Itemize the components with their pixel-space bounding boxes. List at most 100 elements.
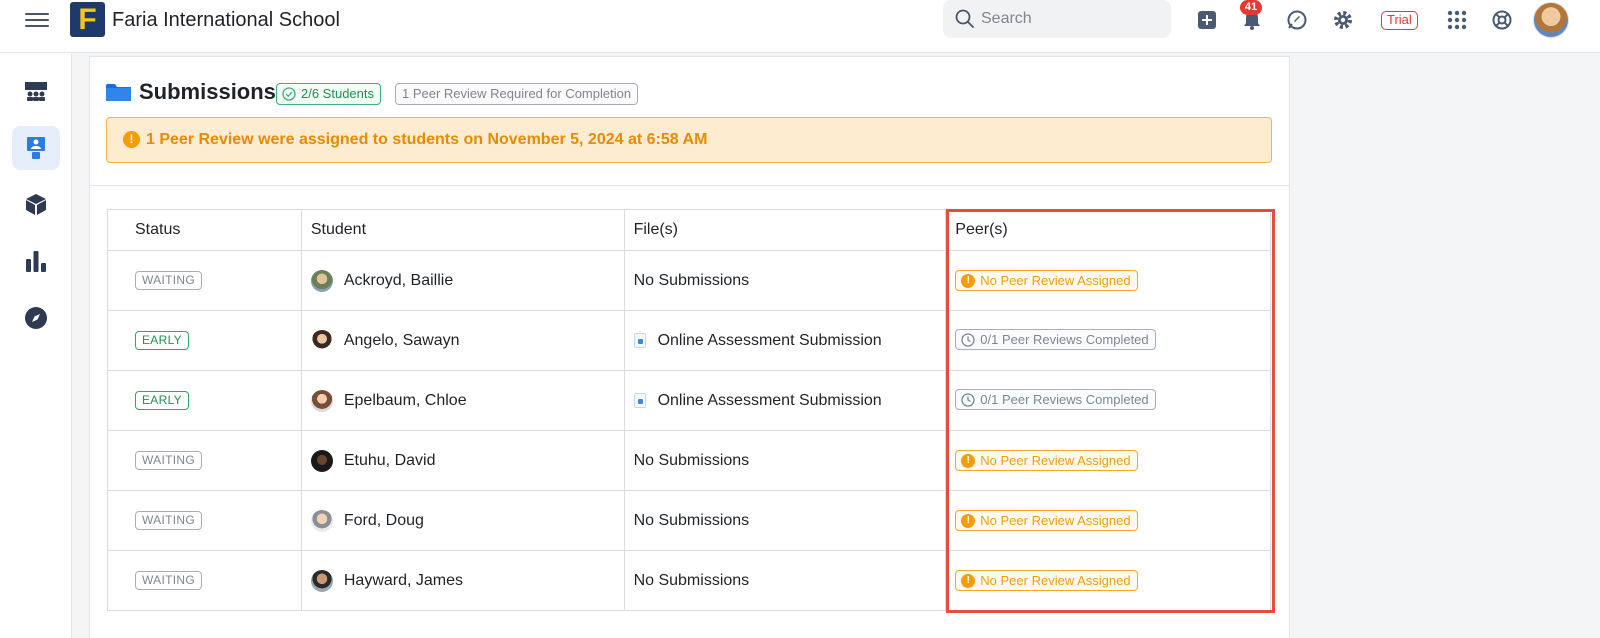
peer-status-text: No Peer Review Assigned	[980, 453, 1131, 469]
status-badge: EARLY	[135, 331, 189, 350]
peer-status-badge[interactable]: ! No Peer Review Assigned	[955, 510, 1138, 532]
bar-chart-icon	[26, 251, 46, 272]
hamburger-menu-icon[interactable]	[25, 9, 49, 33]
file-link[interactable]: Online Assessment Submission	[658, 332, 882, 350]
compass-icon	[25, 307, 47, 329]
student-name[interactable]: Etuhu, David	[344, 452, 436, 470]
student-cell[interactable]: Ford, Doug	[310, 509, 624, 532]
student-avatar	[310, 329, 333, 352]
apps-grid-icon[interactable]	[1446, 9, 1468, 31]
sidebar-item-teaching[interactable]	[12, 126, 60, 170]
table-row[interactable]: WAITING Ford, Doug No Submissions ! No Pe…	[107, 490, 1271, 551]
student-name[interactable]: Ford, Doug	[344, 512, 424, 530]
header-status[interactable]: Status	[107, 209, 302, 251]
student-name[interactable]: Hayward, James	[344, 572, 463, 590]
peer-status-text: 0/1 Peer Reviews Completed	[980, 392, 1149, 408]
header-peers[interactable]: Peer(s)	[945, 209, 1271, 251]
peer-status-badge[interactable]: ! No Peer Review Assigned	[955, 570, 1138, 592]
clock-icon	[961, 333, 975, 347]
status-badge: WAITING	[135, 271, 202, 290]
student-avatar	[310, 449, 333, 472]
warning-icon: !	[961, 513, 976, 528]
student-avatar	[310, 389, 333, 412]
header-files[interactable]: File(s)	[623, 209, 947, 251]
alert-text: 1 Peer Review were assigned to students …	[146, 131, 708, 148]
status-badge: WAITING	[135, 451, 202, 470]
left-sidebar	[0, 53, 72, 638]
peer-review-alert: ! 1 Peer Review were assigned to student…	[106, 117, 1272, 163]
peer-status-badge[interactable]: 0/1 Peer Reviews Completed	[955, 329, 1156, 351]
file-cell: No Submissions	[633, 271, 750, 289]
file-cell: No Submissions	[633, 451, 750, 469]
teacher-icon	[27, 137, 45, 159]
submissions-table: Status Student File(s) Peer(s) WAITING A…	[107, 209, 1271, 611]
search-icon	[955, 9, 974, 28]
clock-icon	[961, 393, 975, 407]
table-row[interactable]: EARLY Angelo, Sawayn Online Assessment S…	[107, 310, 1271, 371]
peer-status-text: No Peer Review Assigned	[980, 513, 1131, 529]
student-cell[interactable]: Hayward, James	[310, 569, 624, 592]
document-icon	[633, 393, 646, 408]
file-link[interactable]: Online Assessment Submission	[658, 392, 882, 410]
check-circle-icon	[282, 87, 296, 101]
peer-status-text: 0/1 Peer Reviews Completed	[980, 332, 1149, 348]
trial-badge[interactable]: Trial	[1381, 11, 1418, 30]
student-cell[interactable]: Etuhu, David	[310, 449, 624, 472]
table-row[interactable]: WAITING Ackroyd, Baillie No Submissions …	[107, 250, 1271, 311]
peer-status-text: No Peer Review Assigned	[980, 573, 1131, 589]
search-box[interactable]	[943, 0, 1171, 38]
file-cell[interactable]: Online Assessment Submission	[633, 332, 946, 350]
file-cell: No Submissions	[633, 511, 750, 529]
status-badge: EARLY	[135, 391, 189, 410]
student-name[interactable]: Angelo, Sawayn	[344, 332, 460, 350]
warning-icon: !	[961, 453, 976, 468]
file-cell[interactable]: Online Assessment Submission	[633, 392, 946, 410]
student-name[interactable]: Ackroyd, Baillie	[344, 272, 453, 290]
sidebar-item-resources[interactable]	[12, 182, 60, 226]
chat-icon[interactable]	[1286, 9, 1308, 31]
classes-icon	[25, 82, 47, 101]
top-bar: F Faria International School 41 Trial	[0, 0, 1600, 53]
peer-status-badge[interactable]: ! No Peer Review Assigned	[955, 270, 1138, 292]
sidebar-item-explore[interactable]	[12, 296, 60, 340]
table-row[interactable]: EARLY Epelbaum, Chloe Online Assessment …	[107, 370, 1271, 431]
peer-status-badge[interactable]: 0/1 Peer Reviews Completed	[955, 389, 1156, 411]
student-avatar	[310, 569, 333, 592]
file-cell: No Submissions	[633, 571, 750, 589]
student-name[interactable]: Epelbaum, Chloe	[344, 392, 467, 410]
gear-icon[interactable]	[1332, 9, 1354, 31]
help-lifebuoy-icon[interactable]	[1491, 9, 1513, 31]
folder-icon	[106, 84, 131, 101]
student-cell[interactable]: Epelbaum, Chloe	[310, 389, 624, 412]
table-row[interactable]: WAITING Etuhu, David No Submissions ! No …	[107, 430, 1271, 491]
notification-count-badge: 41	[1240, 0, 1262, 15]
add-icon[interactable]	[1196, 9, 1218, 31]
document-icon	[633, 333, 646, 348]
student-cell[interactable]: Ackroyd, Baillie	[310, 269, 624, 292]
school-name[interactable]: Faria International School	[112, 9, 340, 32]
table-row[interactable]: WAITING Hayward, James No Submissions ! N…	[107, 550, 1271, 611]
student-avatar	[310, 269, 333, 292]
header-student[interactable]: Student	[300, 209, 625, 251]
warning-icon: !	[961, 573, 976, 588]
user-avatar[interactable]	[1533, 2, 1569, 38]
peer-status-badge[interactable]: ! No Peer Review Assigned	[955, 450, 1138, 472]
student-avatar	[310, 509, 333, 532]
status-badge: WAITING	[135, 571, 202, 590]
sidebar-item-reports[interactable]	[12, 239, 60, 283]
page-title: Submissions	[139, 79, 276, 104]
warning-icon: !	[123, 131, 140, 148]
student-cell[interactable]: Angelo, Sawayn	[310, 329, 624, 352]
search-input[interactable]	[981, 0, 1161, 38]
status-badge: WAITING	[135, 511, 202, 530]
table-header-row: Status Student File(s) Peer(s)	[107, 209, 1271, 251]
warning-icon: !	[961, 273, 976, 288]
peer-review-requirement-pill: 1 Peer Review Required for Completion	[395, 83, 639, 105]
cube-icon	[26, 194, 46, 215]
school-logo[interactable]: F	[70, 2, 105, 37]
section-divider	[89, 185, 1290, 186]
sidebar-item-classes[interactable]	[12, 70, 60, 114]
students-count-pill: 2/6 Students	[276, 83, 381, 105]
students-count-text: 2/6 Students	[301, 86, 374, 101]
peer-status-text: No Peer Review Assigned	[980, 273, 1131, 289]
